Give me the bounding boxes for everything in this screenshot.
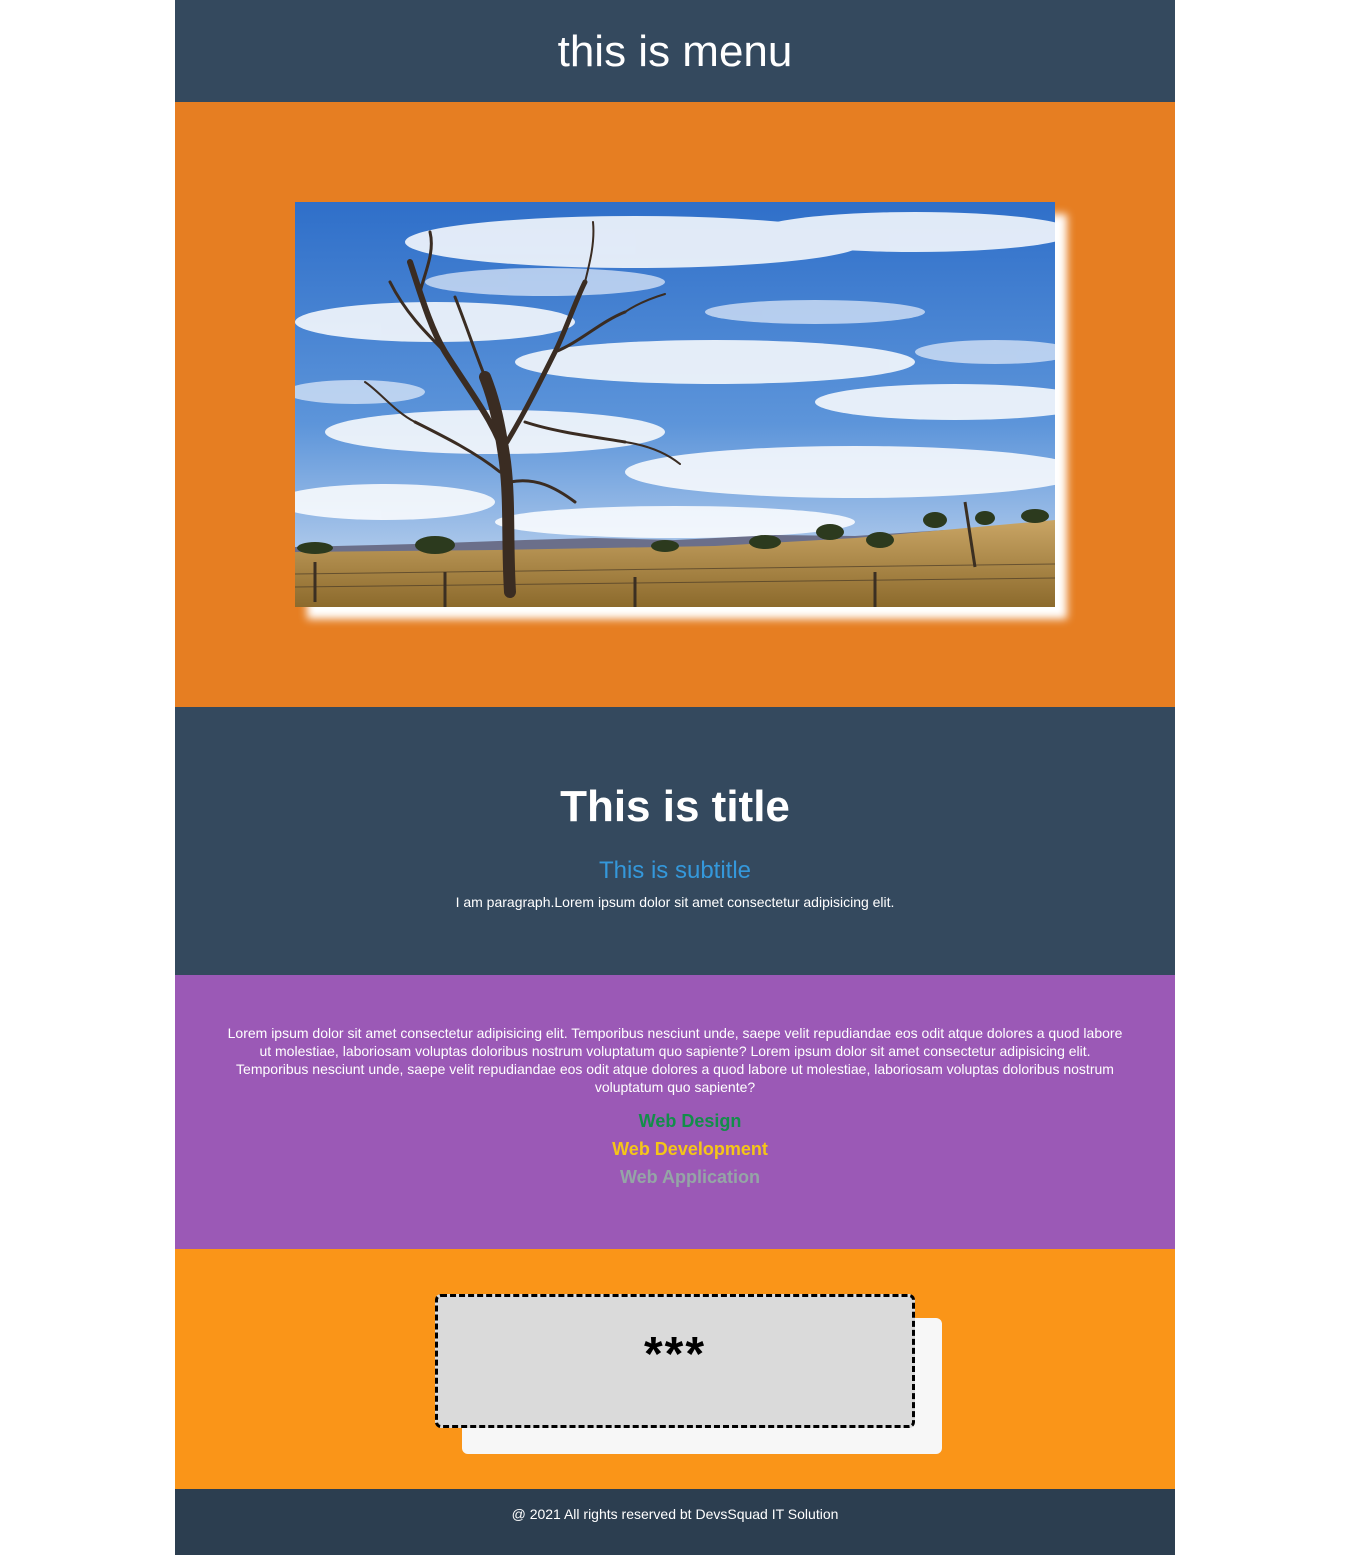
services-list: Web Design Web Development Web Applicati… (175, 1110, 1175, 1194)
service-web-application: Web Application (619, 1167, 760, 1187)
menu-title: this is menu (557, 27, 793, 76)
service-web-development: Web Development (612, 1139, 768, 1159)
service-web-design: Web Design (638, 1111, 742, 1131)
page-subtitle: This is subtitle (598, 857, 752, 884)
menu-bar: this is menu (175, 0, 1175, 102)
intro-section: This is title This is subtitle I am para… (175, 707, 1175, 975)
about-paragraph: Lorem ipsum dolor sit amet consectetur a… (227, 1025, 1123, 1095)
footer: @ 2021 All rights reserved bt DevsSquad … (175, 1489, 1175, 1555)
hero-section (175, 102, 1175, 707)
card-text: *** (643, 1328, 707, 1381)
page: this is menu This is title This is subti… (175, 0, 1175, 1555)
hero-image (295, 202, 1055, 607)
about-section: Lorem ipsum dolor sit amet consectetur a… (175, 975, 1175, 1249)
footer-text: @ 2021 All rights reserved bt DevsSquad … (511, 1506, 839, 1522)
page-title: This is title (560, 782, 790, 831)
intro-paragraph: I am paragraph.Lorem ipsum dolor sit ame… (455, 894, 895, 910)
dashed-card: *** (435, 1294, 915, 1428)
card-section: *** (175, 1249, 1175, 1489)
